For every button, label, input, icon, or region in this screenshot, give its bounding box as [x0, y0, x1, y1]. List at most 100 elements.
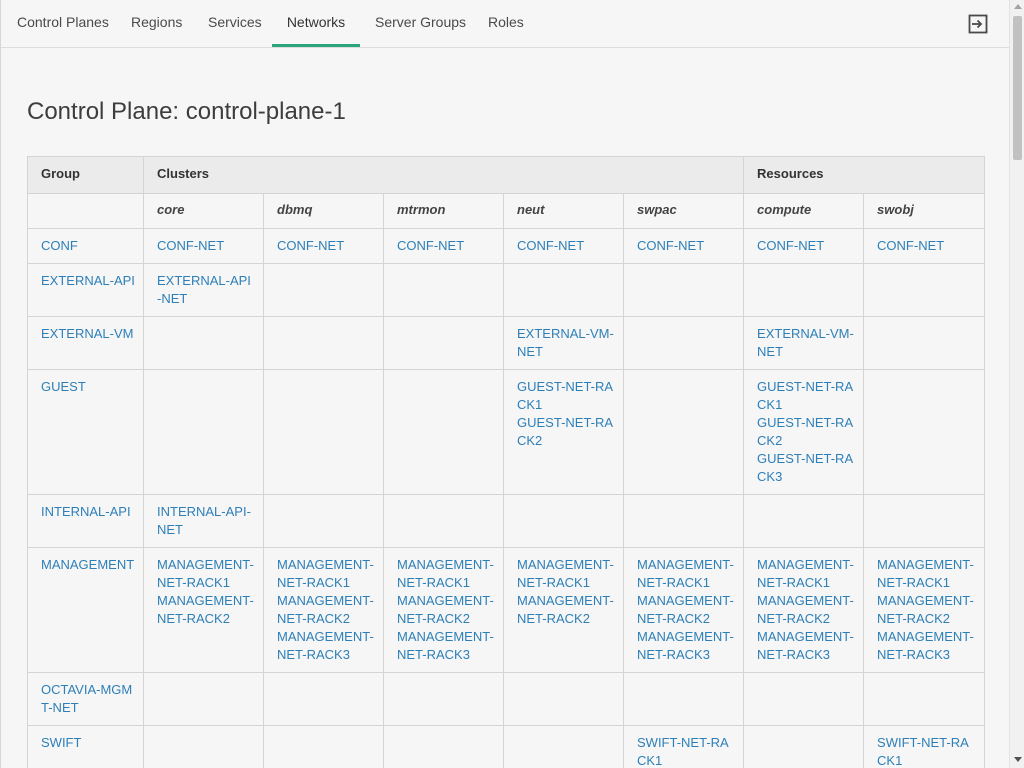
network-cell: [143, 316, 264, 370]
network-link[interactable]: INTERNAL-API-NET: [157, 503, 255, 539]
network-link[interactable]: MANAGEMENT-NET-RACK2: [877, 592, 976, 628]
network-cell: EXTERNAL-VM-NET: [503, 316, 624, 370]
network-link[interactable]: MANAGEMENT-NET-RACK1: [517, 556, 615, 592]
network-cell: INTERNAL-API-NET: [143, 494, 264, 548]
network-cell: CONF-NET: [622, 228, 745, 264]
network-link[interactable]: GUEST-NET-RACK3: [757, 450, 855, 486]
network-link[interactable]: GUEST-NET-RACK1: [757, 378, 855, 414]
network-link[interactable]: MANAGEMENT-NET-RACK3: [277, 628, 375, 664]
group-cell: CONF: [27, 228, 144, 264]
network-cell: [622, 494, 745, 548]
network-link[interactable]: GUEST-NET-RACK2: [757, 414, 855, 450]
tab-regions[interactable]: Regions: [131, 0, 182, 44]
network-cell: [622, 369, 745, 495]
subheader-dbmq: dbmq: [263, 193, 384, 229]
network-cell: [143, 725, 264, 768]
vertical-scrollbar[interactable]: [1009, 0, 1024, 768]
group-link[interactable]: OCTAVIA-MGMT-NET: [41, 681, 135, 717]
network-cell: CONF-NET: [503, 228, 624, 264]
network-cell: [383, 316, 504, 370]
network-link[interactable]: MANAGEMENT-NET-RACK1: [637, 556, 735, 592]
network-cell: MANAGEMENT-NET-RACK1 MANAGEMENT-NET-RACK2…: [863, 547, 986, 673]
networks-table: Group Clusters Resources core dbmq mtrmo…: [27, 156, 986, 768]
group-cell: SWIFT: [27, 725, 144, 768]
network-link[interactable]: MANAGEMENT-NET-RACK2: [157, 592, 255, 628]
group-cell: OCTAVIA-MGMT-NET: [27, 672, 144, 726]
network-link[interactable]: CONF-NET: [877, 237, 976, 255]
group-cell: INTERNAL-API: [27, 494, 144, 548]
network-link[interactable]: CONF-NET: [277, 237, 375, 255]
network-cell: [863, 369, 986, 495]
network-link[interactable]: GUEST-NET-RACK1: [517, 378, 615, 414]
table-row: CONF CONF-NET CONF-NET CONF-NET CONF-NET CONF…: [27, 228, 986, 264]
network-cell: [503, 494, 624, 548]
logout-icon[interactable]: [966, 12, 990, 36]
tab-control-planes[interactable]: Control Planes: [17, 0, 109, 44]
network-link[interactable]: MANAGEMENT-NET-RACK2: [637, 592, 735, 628]
network-link[interactable]: MANAGEMENT-NET-RACK3: [637, 628, 735, 664]
network-link[interactable]: SWIFT-NET-RACK1: [637, 734, 735, 768]
network-link[interactable]: MANAGEMENT-NET-RACK2: [517, 592, 615, 628]
group-link[interactable]: EXTERNAL-API: [41, 272, 135, 290]
network-link[interactable]: SWIFT-NET-RACK1: [877, 734, 976, 768]
network-cell: MANAGEMENT-NET-RACK1 MANAGEMENT-NET-RACK2: [503, 547, 624, 673]
scroll-up-icon[interactable]: [1014, 4, 1022, 9]
subheader-compute: compute: [743, 193, 865, 229]
network-cell: [743, 263, 865, 317]
network-link[interactable]: MANAGEMENT-NET-RACK1: [757, 556, 855, 592]
network-link[interactable]: MANAGEMENT-NET-RACK2: [757, 592, 855, 628]
tab-services[interactable]: Services: [208, 0, 262, 44]
tab-networks[interactable]: Networks: [272, 0, 360, 47]
network-link[interactable]: MANAGEMENT-NET-RACK3: [757, 628, 855, 664]
network-cell: [263, 316, 384, 370]
network-link[interactable]: MANAGEMENT-NET-RACK1: [397, 556, 495, 592]
page-title: Control Plane: control-plane-1: [27, 98, 346, 125]
network-cell: [263, 263, 384, 317]
network-link[interactable]: EXTERNAL-VM-NET: [517, 325, 615, 361]
network-link[interactable]: CONF-NET: [397, 237, 495, 255]
network-link[interactable]: GUEST-NET-RACK2: [517, 414, 615, 450]
network-link[interactable]: MANAGEMENT-NET-RACK1: [877, 556, 976, 592]
column-header-resources: Resources: [743, 156, 986, 194]
network-link[interactable]: CONF-NET: [757, 237, 855, 255]
table-row: OCTAVIA-MGMT-NET: [27, 672, 986, 726]
tab-roles[interactable]: Roles: [488, 0, 524, 44]
network-cell: [743, 494, 865, 548]
network-link[interactable]: EXTERNAL-VM-NET: [757, 325, 855, 361]
network-link[interactable]: MANAGEMENT-NET-RACK1: [277, 556, 375, 592]
network-cell: [863, 316, 986, 370]
network-link[interactable]: MANAGEMENT-NET-RACK3: [397, 628, 495, 664]
scroll-down-icon[interactable]: [1014, 757, 1022, 762]
network-link[interactable]: MANAGEMENT-NET-RACK1: [157, 556, 255, 592]
group-cell: GUEST: [27, 369, 144, 495]
network-link[interactable]: CONF-NET: [637, 237, 735, 255]
network-cell: SWIFT-NET-RACK1: [863, 725, 986, 768]
network-cell: [143, 672, 264, 726]
network-link[interactable]: EXTERNAL-API-NET: [157, 272, 255, 308]
column-header-clusters: Clusters: [142, 156, 745, 194]
network-cell: [863, 494, 986, 548]
network-link[interactable]: CONF-NET: [517, 237, 615, 255]
network-cell: MANAGEMENT-NET-RACK1 MANAGEMENT-NET-RACK2: [143, 547, 264, 673]
tab-server-groups[interactable]: Server Groups: [375, 0, 466, 44]
group-cell: EXTERNAL-API: [27, 263, 144, 317]
network-cell: [263, 672, 384, 726]
table-row: SWIFT SWIFT-NET-RACK1 SWIFT-NET-RACK1: [27, 725, 986, 768]
group-cell: MANAGEMENT: [27, 547, 144, 673]
group-link[interactable]: INTERNAL-API: [41, 503, 135, 521]
network-link[interactable]: CONF-NET: [157, 237, 255, 255]
group-link[interactable]: GUEST: [41, 378, 135, 396]
network-cell: GUEST-NET-RACK1 GUEST-NET-RACK2 GUEST-NET-…: [743, 369, 865, 495]
group-link[interactable]: CONF: [41, 237, 135, 255]
scroll-thumb[interactable]: [1013, 16, 1022, 160]
table-subheader-row: core dbmq mtrmon neut swpac compute swob…: [27, 193, 986, 229]
network-link[interactable]: MANAGEMENT-NET-RACK2: [397, 592, 495, 628]
group-link[interactable]: EXTERNAL-VM: [41, 325, 135, 343]
network-link[interactable]: MANAGEMENT-NET-RACK3: [877, 628, 976, 664]
group-link[interactable]: SWIFT: [41, 734, 135, 752]
network-link[interactable]: MANAGEMENT-NET-RACK2: [277, 592, 375, 628]
network-cell: CONF-NET: [263, 228, 384, 264]
group-link[interactable]: MANAGEMENT: [41, 556, 135, 574]
network-cell: MANAGEMENT-NET-RACK1 MANAGEMENT-NET-RACK2…: [383, 547, 504, 673]
top-navigation: Control Planes Regions Services Networks…: [1, 0, 1009, 48]
